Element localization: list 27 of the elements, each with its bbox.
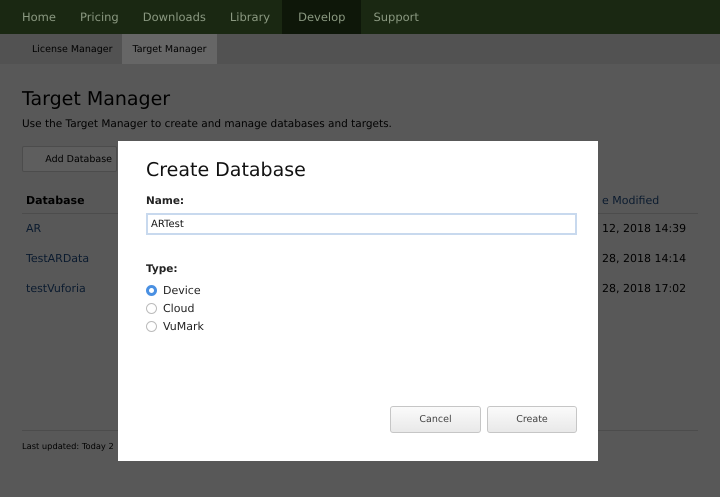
subnav-tab[interactable]: Target Manager (122, 34, 217, 64)
nav-tab[interactable]: Home (10, 0, 68, 34)
radio-label: Cloud (163, 302, 194, 315)
last-updated-text: Last updated: Today 2 (22, 441, 114, 451)
radio-button[interactable] (146, 285, 157, 296)
radio-button[interactable] (146, 321, 157, 332)
nav-tab[interactable]: Support (361, 0, 431, 34)
nav-tab[interactable]: Library (218, 0, 282, 34)
modified-cell-text: 12, 2018 14:39 (601, 221, 688, 237)
nav-tab[interactable]: Pricing (68, 0, 131, 34)
add-database-button[interactable]: Add Database (22, 146, 117, 172)
radio-label: VuMark (163, 320, 204, 333)
cancel-button[interactable]: Cancel (390, 406, 481, 433)
nav-tab[interactable]: Develop (282, 0, 362, 34)
name-input[interactable]: ARTest (146, 213, 577, 235)
radio-label: Device (163, 284, 201, 297)
page-title: Target Manager (22, 88, 172, 110)
modified-cell-text: 28, 2018 17:02 (601, 281, 688, 297)
nav-tab[interactable]: Downloads (130, 0, 218, 34)
create-button[interactable]: Create (487, 406, 577, 433)
page-description: Use the Target Manager to create and manage databases and targets. (22, 118, 393, 130)
subnav-tab[interactable]: License Manager (22, 34, 122, 64)
type-label: Type: (146, 263, 179, 275)
modified-cell-text: 28, 2018 14:14 (601, 251, 688, 267)
dialog-title: Create Database (146, 159, 307, 181)
radio-button[interactable] (146, 303, 157, 314)
name-label: Name: (146, 195, 186, 207)
